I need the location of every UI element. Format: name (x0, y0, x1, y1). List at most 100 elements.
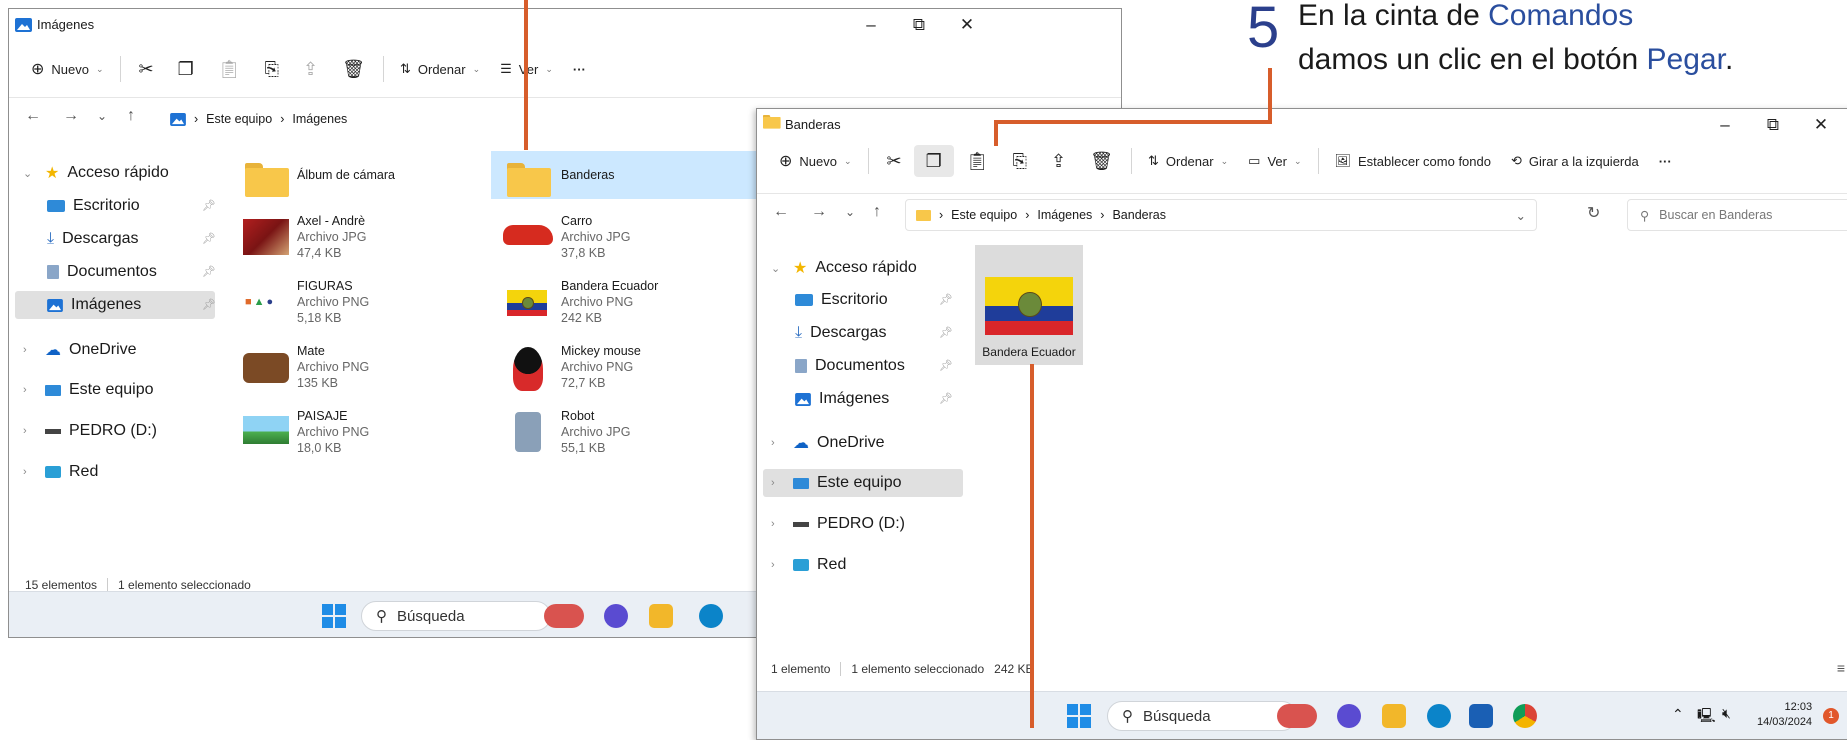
breadcrumb-item[interactable]: Imágenes (292, 112, 347, 126)
recent-button[interactable]: ⌄ (845, 205, 855, 219)
chat-icon[interactable] (604, 604, 628, 628)
file-explorer-icon[interactable] (649, 604, 673, 628)
search-input[interactable]: ⚲ Buscar en Banderas (1627, 199, 1847, 231)
list-item[interactable]: PAISAJE Archivo PNG 18,0 KB (235, 408, 465, 460)
list-item[interactable]: Bandera Ecuador Archivo PNG 242 KB (499, 278, 729, 330)
file-explorer-icon[interactable] (1382, 704, 1406, 728)
sidebar-item-pictures[interactable]: Imágenes (47, 296, 141, 314)
list-item[interactable]: ■▲● FIGURAS Archivo PNG 5,18 KB (235, 278, 465, 330)
new-button[interactable]: ⊕ Nuevo ⌄ (21, 53, 114, 85)
minimize-button[interactable]: – (1701, 115, 1749, 135)
more-button[interactable]: ··· (1649, 145, 1682, 177)
list-item[interactable]: Mickey mouse Archivo PNG 72,7 KB (499, 343, 729, 395)
list-item-selected[interactable]: Banderas (491, 151, 771, 199)
breadcrumb-item[interactable]: Imágenes (1037, 208, 1092, 222)
sidebar-item-network[interactable]: › Red (771, 556, 846, 574)
view-button[interactable]: ▭ Ver ⌄ (1238, 145, 1311, 177)
sidebar-item-this-pc[interactable]: › Este equipo (771, 474, 902, 492)
minimize-button[interactable]: – (847, 15, 895, 35)
delete-button[interactable]: 🗑︎ (1078, 145, 1125, 177)
sidebar-item-downloads[interactable]: ⤓ Descargas (795, 324, 887, 342)
maximize-button[interactable]: ⧉ (895, 15, 943, 35)
breadcrumb-item[interactable]: Este equipo (206, 112, 272, 126)
set-background-button[interactable]: 🖼︎ Establecer como fondo (1325, 145, 1501, 177)
delete-button[interactable]: 🗑︎ (330, 53, 377, 85)
recent-button[interactable]: ⌄ (97, 109, 107, 123)
sidebar-item-network[interactable]: › Red (23, 463, 98, 481)
chevron-up-icon[interactable]: ⌃ (1672, 706, 1684, 723)
sidebar-item-drive-d[interactable]: › PEDRO (D:) (771, 515, 905, 533)
share-button[interactable]: ⇪ (1039, 145, 1078, 177)
list-item[interactable]: Álbum de cámara (235, 159, 465, 203)
breadcrumb[interactable]: › Este equipo › Imágenes › Banderas ⌄ (905, 199, 1537, 231)
up-button[interactable]: ↑ (873, 203, 881, 221)
maximize-button[interactable]: ⧉ (1749, 115, 1797, 135)
sidebar-item-quick-access[interactable]: ⌄ ★ Acceso rápido (23, 163, 169, 183)
rename-button[interactable]: ⎘ (253, 53, 291, 85)
sidebar-item-documents[interactable]: Documentos (795, 357, 905, 375)
clock[interactable]: 12:03 14/03/2024 (1757, 700, 1812, 730)
chat-icon[interactable] (1337, 704, 1361, 728)
back-button[interactable]: ← (773, 203, 789, 221)
more-button[interactable]: ··· (563, 53, 596, 85)
sidebar-item-pictures[interactable]: Imágenes (795, 390, 889, 408)
up-button[interactable]: ↑ (127, 107, 135, 125)
sort-button[interactable]: ⇅ Ordenar ⌄ (390, 53, 490, 85)
back-button[interactable]: ← (25, 107, 41, 125)
sidebar-item-onedrive[interactable]: › ☁ OneDrive (23, 340, 137, 360)
taskbar-search[interactable]: ⚲ Búsqueda (1107, 701, 1297, 731)
pin-icon[interactable]: 📌︎ (202, 232, 216, 245)
sidebar-item-onedrive[interactable]: › ☁ OneDrive (771, 433, 885, 453)
forward-button[interactable]: → (63, 107, 79, 125)
new-button[interactable]: ⊕ Nuevo ⌄ (769, 145, 862, 177)
pin-icon[interactable]: 📌︎ (939, 359, 953, 372)
refresh-button[interactable]: ↻ (1587, 203, 1600, 223)
list-item[interactable]: Mate Archivo PNG 135 KB (235, 343, 465, 395)
forward-button[interactable]: → (811, 203, 827, 221)
edge-icon[interactable] (699, 604, 723, 628)
pin-icon[interactable]: 📌︎ (202, 265, 216, 278)
close-button[interactable]: ✕ (943, 15, 991, 35)
paste-button[interactable]: 📋︎ (206, 53, 253, 85)
address-dropdown-button[interactable]: ⌄ (1516, 208, 1526, 223)
cut-button[interactable]: ✂ (127, 53, 166, 85)
start-icon[interactable] (1067, 704, 1091, 728)
list-item[interactable]: Axel - Andrè Archivo JPG 47,4 KB (235, 213, 465, 265)
pin-icon[interactable]: 📌︎ (202, 199, 216, 212)
chrome-icon[interactable] (1513, 704, 1537, 728)
sidebar-item-desktop[interactable]: Escritorio (47, 197, 140, 215)
pin-icon[interactable]: 📌︎ (939, 392, 953, 405)
details-view-icon[interactable]: ≡ (1837, 660, 1845, 676)
sidebar-item-desktop[interactable]: Escritorio (795, 291, 888, 309)
cut-button[interactable]: ✂ (875, 145, 914, 177)
edge-icon[interactable] (1427, 704, 1451, 728)
paste-button[interactable]: 📋︎ (954, 145, 1001, 177)
notification-badge[interactable]: 1 (1823, 708, 1839, 724)
network-status-icon[interactable]: 🖳︎ (1697, 705, 1716, 729)
copy-button[interactable]: ❐ (166, 53, 206, 85)
taskbar-search[interactable]: ⚲ Búsqueda (361, 601, 551, 631)
breadcrumb-item[interactable]: Banderas (1112, 208, 1166, 222)
breadcrumb-item[interactable]: Este equipo (951, 208, 1017, 222)
sidebar-item-documents[interactable]: Documentos (47, 263, 157, 281)
share-button[interactable]: ⇪ (291, 53, 330, 85)
list-item[interactable]: Carro Archivo JPG 37,8 KB (499, 213, 729, 265)
store-icon[interactable] (1469, 704, 1493, 728)
rename-button[interactable]: ⎘ (1001, 145, 1039, 177)
list-item-selected[interactable]: Bandera Ecuador (975, 245, 1083, 365)
pin-icon[interactable]: 📌︎ (939, 293, 953, 306)
sidebar-item-downloads[interactable]: ⤓ Descargas (47, 230, 139, 248)
pin-icon[interactable]: 📌︎ (939, 326, 953, 339)
sort-button[interactable]: ⇅ Ordenar ⌄ (1138, 145, 1238, 177)
sidebar-item-drive-d[interactable]: › PEDRO (D:) (23, 422, 157, 440)
list-item[interactable]: Robot Archivo JPG 55,1 KB (499, 408, 729, 460)
rotate-left-button[interactable]: ⟲ Girar a la izquierda (1501, 145, 1649, 177)
pin-icon[interactable]: 📌︎ (202, 298, 216, 311)
start-icon[interactable] (322, 604, 346, 628)
sidebar-item-this-pc[interactable]: › Este equipo (23, 381, 154, 399)
breadcrumb[interactable]: › Este equipo › Imágenes (159, 103, 741, 135)
copy-button[interactable]: ❐ (913, 145, 954, 177)
close-button[interactable]: ✕ (1797, 115, 1845, 135)
sidebar-item-quick-access[interactable]: ⌄ ★ Acceso rápido (771, 258, 917, 278)
volume-muted-icon[interactable]: 🔇︎ (1722, 705, 1731, 722)
